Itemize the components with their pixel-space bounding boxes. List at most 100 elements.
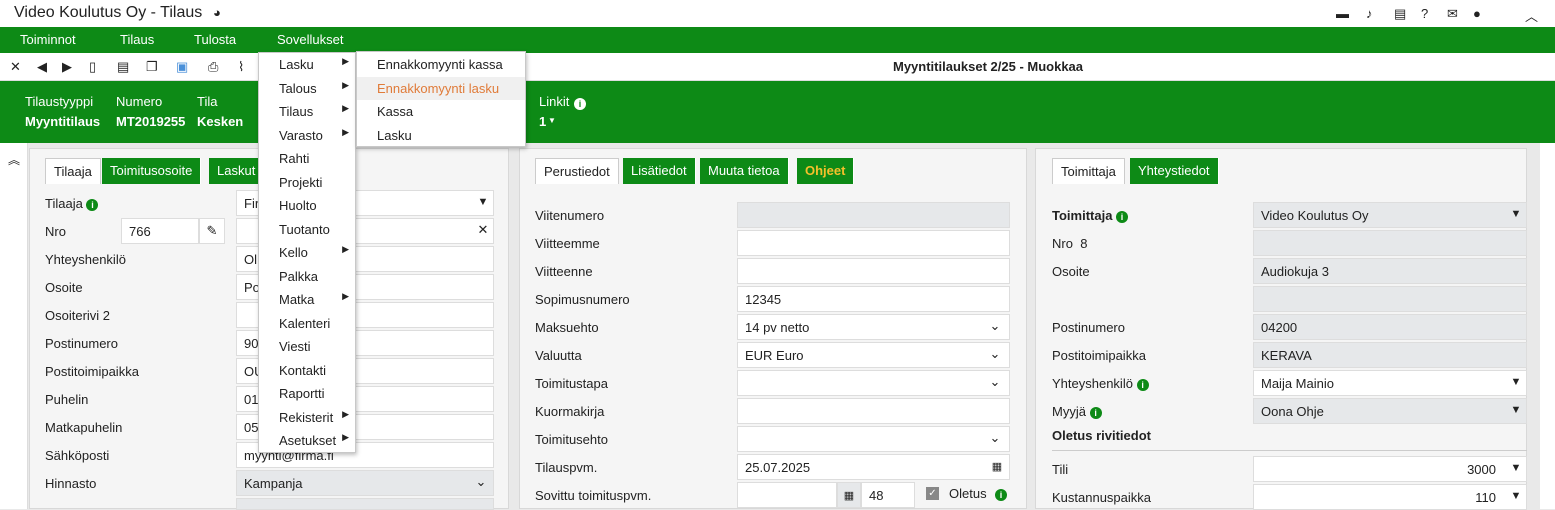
supplier-select[interactable]: Video Koulutus Oy [1253,202,1527,228]
currency-select[interactable]: EUR Euro [737,342,1010,368]
menu-sovellukset[interactable]: Sovellukset [277,32,343,47]
mail-icon[interactable]: ✉ [1447,6,1458,22]
caret-down-icon[interactable]: ▼ [1505,484,1527,510]
cost-center-input[interactable]: 110 [1253,484,1527,510]
save-icon[interactable]: ▣ [176,59,188,75]
header-value: Kesken [197,114,244,129]
links-value[interactable]: 1 [539,114,546,129]
chevron-down-icon[interactable]: ⌄ [984,426,1006,452]
caret-down-icon[interactable]: ▼ [1505,202,1527,228]
chevron-down-icon[interactable]: ⌄ [984,370,1006,396]
waybill-input[interactable] [737,398,1010,424]
our-reference-input[interactable] [737,230,1010,256]
document-icon[interactable]: ▤ [117,59,129,75]
calendar-icon[interactable]: ▦ [837,482,861,508]
info-icon[interactable]: i [995,486,1007,501]
calendar-icon[interactable]: ▦ [986,454,1008,480]
collapse-up-icon[interactable]: ︽ [8,151,20,168]
caret-down-icon[interactable]: ▼ [548,116,556,125]
menu-item-viesti[interactable]: Viesti [259,335,355,358]
info-icon[interactable]: i [574,95,586,110]
price-list-select[interactable]: Kampanja [236,470,494,496]
chevron-down-icon[interactable]: ⌄ [984,342,1006,368]
tab-perustiedot[interactable]: Perustiedot [535,158,619,184]
week-input[interactable]: 48 [861,482,915,508]
menu-item-projekti[interactable]: Projekti [259,171,355,194]
chevron-down-icon[interactable]: ⌄ [470,470,492,496]
submenu-item-ennakkomyynti-kassa[interactable]: Ennakkomyynti kassa [357,53,525,76]
collapse-icon[interactable]: ︿ [1525,6,1538,25]
menu-item-raportti[interactable]: Raportti [259,382,355,405]
info-icon[interactable]: i [1089,406,1102,419]
chevron-down-icon[interactable]: ⌄ [984,314,1006,340]
default-checkbox[interactable]: ✓ [926,487,939,500]
menu-item-asetukset[interactable]: Asetukset ▶ [259,429,355,452]
edit-pencil-icon[interactable]: ✎ [199,218,225,244]
tab-muuta-tietoa[interactable]: Muuta tietoa [700,158,789,184]
menu-item-lasku[interactable]: Lasku ▶ [259,53,355,76]
next-icon[interactable]: ▶ [62,59,72,75]
info-icon[interactable]: i [86,198,99,211]
user-icon[interactable]: ● [1473,6,1481,21]
caret-down-icon[interactable]: ▼ [1505,370,1527,396]
copy-icon[interactable]: ❐ [146,59,158,75]
menu-item-varasto[interactable]: Varasto ▶ [259,124,355,147]
delivery-method-select[interactable] [737,370,1010,396]
caret-down-icon[interactable]: ▼ [1505,456,1527,482]
attachment-icon[interactable]: ⌇ [238,59,244,75]
menu-item-rahti[interactable]: Rahti [259,147,355,170]
tab-toimitusosoite[interactable]: Toimitusosoite [102,158,202,184]
menu-item-rekisterit[interactable]: Rekisterit ▶ [259,406,355,429]
delivery-terms-select[interactable] [737,426,1010,452]
menu-tilaus[interactable]: Tilaus [120,32,154,47]
field-label: Myyjä i [1052,404,1102,419]
menu-item-kello[interactable]: Kello ▶ [259,241,355,264]
divider [1052,450,1527,451]
field-label: Osoite [1052,264,1090,279]
menu-item-talous[interactable]: Talous ▶ [259,77,355,100]
tab-yhteystiedot[interactable]: Yhteystiedot [1130,158,1219,184]
info-icon[interactable]: i [1136,378,1149,391]
clear-icon[interactable]: ✕ [472,218,494,244]
news-icon[interactable]: ▤ [1394,6,1406,22]
submenu-item-kassa[interactable]: Kassa [357,100,525,123]
menu-item-tuotanto[interactable]: Tuotanto [259,218,355,241]
page-title: Myyntitilaukset 2/25 - Muokkaa [893,59,1084,74]
tab-lisatiedot[interactable]: Lisätiedot [623,158,696,184]
customer-number-input[interactable]: 766 [121,218,199,244]
new-document-icon[interactable]: ▯ [89,59,96,75]
salesperson-select[interactable]: Oona Ohje [1253,398,1527,424]
close-icon[interactable]: ✕ [10,59,21,75]
tab-tilaaja[interactable]: Tilaaja [45,158,101,184]
menu-item-tilaus[interactable]: Tilaus ▶ [259,100,355,123]
window-icon[interactable]: ▬ [1336,6,1349,21]
print-icon[interactable]: ⎙ [208,59,218,75]
tab-toimittaja[interactable]: Toimittaja [1052,158,1125,184]
menu-item-matka[interactable]: Matka ▶ [259,288,355,311]
contract-number-input[interactable]: 12345 [737,286,1010,312]
scrollbar[interactable] [1540,143,1555,509]
header-label: Linkit [539,94,570,109]
contact-person-select[interactable]: Maija Mainio [1253,370,1527,396]
caret-down-icon[interactable]: ▼ [1505,398,1527,424]
agreed-delivery-date-input[interactable] [737,482,837,508]
submenu-item-lasku[interactable]: Lasku [357,124,525,147]
menu-toiminnot[interactable]: Toiminnot [20,32,76,47]
menu-item-kalenteri[interactable]: Kalenteri [259,312,355,335]
caret-down-icon[interactable]: ▼ [472,190,494,216]
help-icon[interactable]: ? [1421,6,1428,21]
dashboard-icon[interactable]: ◕ [213,5,221,20]
payment-terms-select[interactable]: 14 pv netto [737,314,1010,340]
submenu-item-ennakkomyynti-lasku[interactable]: Ennakkomyynti lasku [357,77,525,100]
bell-icon[interactable]: ♪ [1366,6,1373,21]
prev-icon[interactable]: ◀ [37,59,47,75]
tab-ohjeet[interactable]: Ohjeet [797,158,855,184]
info-icon[interactable]: i [1116,210,1129,223]
menu-item-palkka[interactable]: Palkka [259,265,355,288]
menu-tulosta[interactable]: Tulosta [194,32,236,47]
order-date-input[interactable]: 25.07.2025 [737,454,1010,480]
your-reference-input[interactable] [737,258,1010,284]
menu-item-huolto[interactable]: Huolto [259,194,355,217]
menu-item-kontakti[interactable]: Kontakti [259,359,355,382]
account-input[interactable]: 3000 [1253,456,1527,482]
